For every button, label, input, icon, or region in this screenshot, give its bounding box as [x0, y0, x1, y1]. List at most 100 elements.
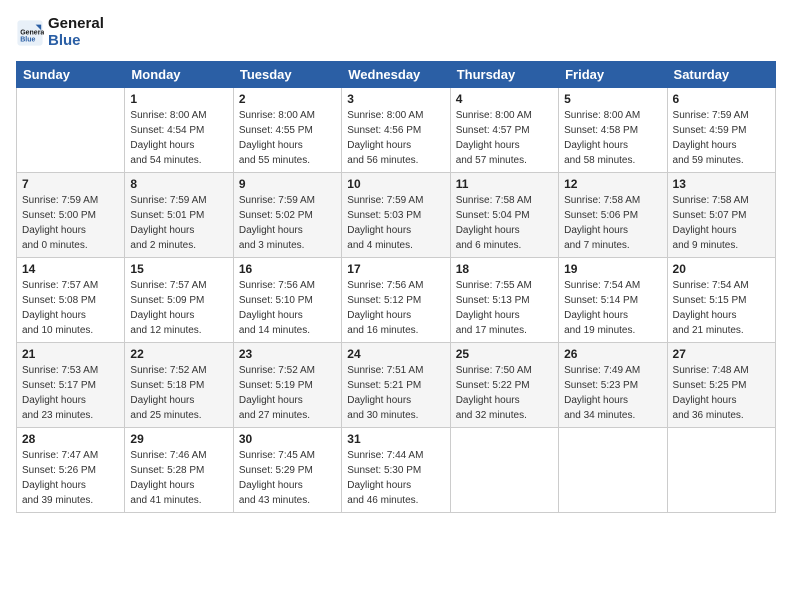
svg-text:Blue: Blue: [20, 36, 35, 43]
calendar-cell: 16Sunrise: 7:56 AMSunset: 5:10 PMDayligh…: [233, 258, 341, 343]
day-number: 22: [130, 347, 227, 361]
daylight-minutes: and 25 minutes.: [130, 410, 201, 421]
day-info: Sunrise: 7:57 AMSunset: 5:08 PMDaylight …: [22, 278, 119, 338]
day-number: 5: [564, 92, 661, 106]
day-info: Sunrise: 7:58 AMSunset: 5:06 PMDaylight …: [564, 193, 661, 253]
calendar-cell: 14Sunrise: 7:57 AMSunset: 5:08 PMDayligh…: [17, 258, 125, 343]
daylight-minutes: and 10 minutes.: [22, 325, 93, 336]
calendar-cell: 7Sunrise: 7:59 AMSunset: 5:00 PMDaylight…: [17, 173, 125, 258]
day-number: 26: [564, 347, 661, 361]
day-number: 27: [673, 347, 770, 361]
day-info: Sunrise: 8:00 AMSunset: 4:55 PMDaylight …: [239, 108, 336, 168]
daylight-minutes: and 55 minutes.: [239, 155, 310, 166]
sunset-text: Sunset: 5:04 PM: [456, 210, 530, 221]
daylight-label: Daylight hours: [564, 310, 628, 321]
day-number: 30: [239, 432, 336, 446]
daylight-label: Daylight hours: [22, 310, 86, 321]
daylight-minutes: and 46 minutes.: [347, 495, 418, 506]
daylight-minutes: and 39 minutes.: [22, 495, 93, 506]
daylight-label: Daylight hours: [130, 140, 194, 151]
day-number: 29: [130, 432, 227, 446]
daylight-minutes: and 9 minutes.: [673, 240, 739, 251]
calendar-cell: 5Sunrise: 8:00 AMSunset: 4:58 PMDaylight…: [559, 88, 667, 173]
daylight-label: Daylight hours: [347, 480, 411, 491]
weekday-header-monday: Monday: [125, 62, 233, 88]
daylight-minutes: and 23 minutes.: [22, 410, 93, 421]
sunrise-text: Sunrise: 8:00 AM: [456, 110, 532, 121]
day-info: Sunrise: 7:57 AM Sunset: 5:09 PM Daylight …: [130, 278, 227, 338]
day-info: Sunrise: 7:48 AMSunset: 5:25 PMDaylight …: [673, 363, 770, 423]
sunrise-text: Sunrise: 8:00 AM: [130, 110, 206, 121]
day-info: Sunrise: 8:00 AMSunset: 4:57 PMDaylight …: [456, 108, 553, 168]
daylight-label: Daylight hours: [22, 395, 86, 406]
daylight-label: Daylight hours: [239, 225, 303, 236]
calendar-cell: 8 Sunrise: 7:59 AMSunset: 5:01 PMDaylight…: [125, 173, 233, 258]
sunrise-text: Sunrise: 7:57 AM: [130, 280, 206, 291]
sunrise-text: Sunrise: 7:56 AM: [347, 280, 423, 291]
calendar-cell: 24Sunrise: 7:51 AMSunset: 5:21 PMDayligh…: [342, 343, 450, 428]
daylight-minutes: and 43 minutes.: [239, 495, 310, 506]
daylight-minutes: and 0 minutes.: [22, 240, 88, 251]
sunset-text: Sunset: 5:14 PM: [564, 295, 638, 306]
sunrise-text: Sunrise: 8:00 AM: [347, 110, 423, 121]
day-number: 21: [22, 347, 119, 361]
day-number: 19: [564, 262, 661, 276]
calendar-cell: [17, 88, 125, 173]
day-info: Sunrise: 7:47 AMSunset: 5:26 PMDaylight …: [22, 448, 119, 508]
sunrise-text: Sunrise: 7:59 AM: [130, 195, 206, 206]
daylight-minutes: and 14 minutes.: [239, 325, 310, 336]
week-row-2: 7Sunrise: 7:59 AMSunset: 5:00 PMDaylight…: [17, 173, 776, 258]
sunset-text: Sunset: 5:07 PM: [673, 210, 747, 221]
page-container: General Blue General Blue SundayMondayTu…: [0, 0, 792, 521]
day-info: Sunrise: 7:54 AMSunset: 5:15 PMDaylight …: [673, 278, 770, 338]
daylight-label: Daylight hours: [239, 310, 303, 321]
weekday-header-thursday: Thursday: [450, 62, 558, 88]
sunset-text: Sunset: 5:17 PM: [22, 380, 96, 391]
day-number: 25: [456, 347, 553, 361]
day-number: 2: [239, 92, 336, 106]
calendar-cell: 25 Sunrise: 7:50 AMSunset: 5:22 PMDayligh…: [450, 343, 558, 428]
sunrise-text: Sunrise: 7:58 AM: [673, 195, 749, 206]
day-number: 20: [673, 262, 770, 276]
calendar-cell: 27 Sunrise: 7:48 AMSunset: 5:25 PMDayligh…: [667, 343, 775, 428]
daylight-label: Daylight hours: [564, 140, 628, 151]
daylight-label: Daylight hours: [22, 480, 86, 491]
logo-icon: General Blue: [16, 19, 44, 47]
day-info: Sunrise: 7:50 AMSunset: 5:22 PMDaylight …: [456, 363, 553, 423]
day-info: Sunrise: 7:52 AMSunset: 5:19 PMDaylight …: [239, 363, 336, 423]
day-info: Sunrise: 7:59 AMSunset: 5:03 PMDaylight …: [347, 193, 444, 253]
weekday-header-friday: Friday: [559, 62, 667, 88]
sunrise-text: Sunrise: 7:59 AM: [347, 195, 423, 206]
calendar-cell: 3Sunrise: 8:00 AMSunset: 4:56 PMDaylight…: [342, 88, 450, 173]
sunrise-text: Sunrise: 7:46 AM: [130, 450, 206, 461]
sunset-text: Sunset: 5:19 PM: [239, 380, 313, 391]
sunrise-text: Sunrise: 7:54 AM: [673, 280, 749, 291]
sunset-text: Sunset: 4:58 PM: [564, 125, 638, 136]
day-number: 13: [673, 177, 770, 191]
day-number: 4: [456, 92, 553, 106]
daylight-label: Daylight hours: [130, 225, 194, 236]
sunrise-text: Sunrise: 7:53 AM: [22, 365, 98, 376]
svg-text:General: General: [20, 29, 44, 36]
daylight-minutes: and 3 minutes.: [239, 240, 305, 251]
daylight-label: Daylight hours: [564, 395, 628, 406]
day-number: 31: [347, 432, 444, 446]
day-info: Sunrise: 7:46 AMSunset: 5:28 PMDaylight …: [130, 448, 227, 508]
calendar-cell: 26Sunrise: 7:49 AMSunset: 5:23 PMDayligh…: [559, 343, 667, 428]
sunrise-text: Sunrise: 7:59 AM: [673, 110, 749, 121]
sunset-text: Sunset: 5:28 PM: [130, 465, 204, 476]
daylight-minutes: and 32 minutes.: [456, 410, 527, 421]
sunset-text: Sunset: 4:57 PM: [456, 125, 530, 136]
sunrise-text: Sunrise: 7:52 AM: [239, 365, 315, 376]
sunset-text: Sunset: 5:09 PM: [130, 295, 204, 306]
sunset-text: Sunset: 4:59 PM: [673, 125, 747, 136]
calendar-cell: 9Sunrise: 7:59 AMSunset: 5:02 PMDaylight…: [233, 173, 341, 258]
day-info: Sunrise: 7:59 AMSunset: 5:01 PMDaylight …: [130, 193, 227, 253]
calendar-cell: 17Sunrise: 7:56 AMSunset: 5:12 PMDayligh…: [342, 258, 450, 343]
daylight-label: Daylight hours: [130, 310, 194, 321]
day-number: 8: [130, 177, 227, 191]
calendar-table: SundayMondayTuesdayWednesdayThursdayFrid…: [16, 61, 776, 513]
daylight-minutes: and 59 minutes.: [673, 155, 744, 166]
sunrise-text: Sunrise: 7:54 AM: [564, 280, 640, 291]
calendar-cell: 29Sunrise: 7:46 AMSunset: 5:28 PMDayligh…: [125, 428, 233, 513]
